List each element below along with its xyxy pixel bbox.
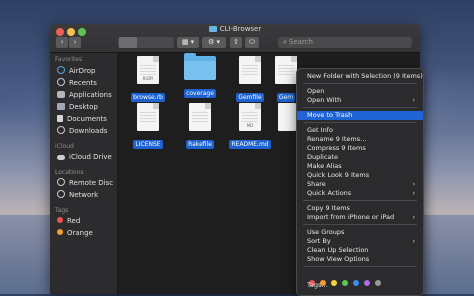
download-icon bbox=[57, 126, 65, 134]
menu-separator bbox=[303, 224, 417, 225]
chevron-right-icon: › bbox=[412, 214, 415, 221]
menu-item-open-with[interactable]: Open With › bbox=[297, 96, 423, 105]
document-icon bbox=[278, 103, 296, 131]
sidebar-item-applications[interactable]: Applications bbox=[57, 90, 112, 101]
action-button[interactable]: ⚙ ▾ bbox=[202, 37, 226, 48]
sidebar-header-favorites: Favorites bbox=[55, 56, 83, 63]
menu-item-use-groups[interactable]: Use Groups bbox=[297, 228, 423, 237]
menu-item-get-info[interactable]: Get Info bbox=[297, 126, 423, 135]
menu-separator bbox=[303, 83, 417, 84]
menu-item-quick-actions[interactable]: Quick Actions › bbox=[297, 189, 423, 198]
tag-color-dot-icon bbox=[57, 217, 63, 223]
sidebar-item-remote-disc[interactable]: Remote Disc bbox=[57, 178, 113, 189]
file-item[interactable]: Gemfile bbox=[225, 56, 275, 103]
menu-item-compress[interactable]: Compress 9 Items bbox=[297, 144, 423, 153]
document-icon bbox=[239, 56, 261, 84]
menu-separator bbox=[303, 122, 417, 123]
file-name: browse.rb bbox=[131, 93, 165, 102]
folder-icon bbox=[208, 26, 217, 32]
tag-color-dot-icon bbox=[57, 229, 63, 235]
document-icon bbox=[137, 103, 159, 131]
chevron-right-icon: › bbox=[412, 181, 415, 188]
list-view-button[interactable] bbox=[137, 37, 155, 48]
menu-separator bbox=[303, 200, 417, 201]
file-name: coverage bbox=[184, 89, 216, 98]
globe-icon bbox=[57, 190, 65, 198]
menu-item-import-from-iphone[interactable]: Import from iPhone or iPad › bbox=[297, 213, 423, 222]
ruby-file-icon: RUBY bbox=[137, 56, 159, 84]
file-item[interactable]: MD README.md bbox=[225, 103, 275, 150]
document-icon bbox=[189, 103, 211, 131]
file-name: Gemfile bbox=[236, 93, 264, 102]
chevron-right-icon: › bbox=[412, 190, 415, 197]
view-mode-selector[interactable] bbox=[118, 37, 174, 48]
search-placeholder: Search bbox=[288, 38, 313, 46]
search-icon: ⌕ bbox=[283, 38, 287, 46]
column-view-button[interactable] bbox=[155, 37, 173, 48]
sidebar-header-locations: Locations bbox=[55, 169, 84, 176]
chevron-right-icon: › bbox=[412, 238, 415, 245]
menu-separator bbox=[303, 266, 417, 267]
forward-button[interactable]: › bbox=[69, 37, 81, 48]
folder-icon bbox=[184, 53, 216, 80]
menu-item-move-to-trash[interactable]: Move to Trash bbox=[297, 111, 423, 120]
sidebar-item-airdrop[interactable]: AirDrop bbox=[57, 66, 95, 77]
search-field[interactable]: ⌕ Search bbox=[278, 37, 412, 48]
gear-icon: ⚙ bbox=[207, 38, 215, 46]
file-name: README.md bbox=[229, 140, 271, 149]
menu-separator bbox=[303, 107, 417, 108]
file-item[interactable]: Rakefile bbox=[175, 103, 225, 150]
applications-icon bbox=[57, 91, 65, 98]
file-name: Rakefile bbox=[186, 140, 214, 149]
sidebar-item-desktop[interactable]: Desktop bbox=[57, 102, 98, 113]
sidebar: Favorites AirDrop Recents Applications D… bbox=[50, 53, 118, 294]
markdown-file-icon: MD bbox=[239, 103, 261, 131]
sidebar-item-downloads[interactable]: Downloads bbox=[57, 126, 107, 137]
menu-item-clean-up-selection[interactable]: Clean Up Selection bbox=[297, 246, 423, 255]
file-item[interactable]: coverage bbox=[175, 53, 225, 99]
back-button[interactable]: ‹ bbox=[56, 37, 68, 48]
file-item[interactable] bbox=[278, 103, 296, 131]
file-item[interactable]: LICENSE bbox=[123, 103, 173, 150]
sidebar-item-icloud-drive[interactable]: iCloud Drive bbox=[57, 152, 112, 163]
menu-item-make-alias[interactable]: Make Alias bbox=[297, 162, 423, 171]
sidebar-tag-red[interactable]: Red bbox=[57, 216, 80, 227]
sidebar-header-icloud: iCloud bbox=[55, 143, 74, 150]
sidebar-header-tags: Tags bbox=[55, 207, 69, 214]
context-menu: New Folder with Selection (9 Items) Open… bbox=[296, 68, 424, 296]
desktop-icon bbox=[57, 103, 65, 110]
share-button[interactable]: ⇧ bbox=[230, 37, 242, 48]
menu-item-copy[interactable]: Copy 9 Items bbox=[297, 204, 423, 213]
window-title: CLI-Browser bbox=[50, 25, 420, 33]
menu-item-new-folder-with-selection[interactable]: New Folder with Selection (9 Items) bbox=[297, 72, 423, 81]
chevron-right-icon: › bbox=[412, 97, 415, 104]
tag-button[interactable]: ⬭ bbox=[245, 37, 259, 48]
menu-item-share[interactable]: Share › bbox=[297, 180, 423, 189]
document-icon bbox=[275, 56, 297, 84]
menu-item-rename[interactable]: Rename 9 Items… bbox=[297, 135, 423, 144]
sidebar-item-documents[interactable]: Documents bbox=[57, 114, 107, 125]
cloud-icon bbox=[57, 155, 65, 160]
title-bar[interactable]: CLI-Browser ‹ › ▦ ▾ ⚙ ▾ ⇧ ⬭ ⌕ Search bbox=[50, 24, 420, 53]
file-item[interactable]: RUBY browse.rb bbox=[123, 56, 173, 103]
menu-item-quick-look[interactable]: Quick Look 9 Items bbox=[297, 171, 423, 180]
sidebar-item-network[interactable]: Network bbox=[57, 190, 98, 201]
document-icon bbox=[57, 115, 63, 122]
menu-item-open[interactable]: Open bbox=[297, 87, 423, 96]
file-name: Gem bbox=[276, 93, 296, 102]
disc-icon bbox=[57, 178, 65, 186]
sidebar-tag-orange[interactable]: Orange bbox=[57, 228, 93, 239]
menu-item-tags[interactable]: Tags… bbox=[297, 281, 423, 290]
menu-item-duplicate[interactable]: Duplicate bbox=[297, 153, 423, 162]
file-name: LICENSE bbox=[133, 140, 163, 149]
clock-icon bbox=[57, 78, 65, 86]
sidebar-item-recents[interactable]: Recents bbox=[57, 78, 97, 89]
group-button[interactable]: ▦ ▾ bbox=[177, 37, 199, 48]
menu-item-show-view-options[interactable]: Show View Options bbox=[297, 255, 423, 264]
icon-view-button[interactable] bbox=[119, 37, 137, 48]
airdrop-icon bbox=[57, 66, 65, 74]
menu-item-sort-by[interactable]: Sort By › bbox=[297, 237, 423, 246]
